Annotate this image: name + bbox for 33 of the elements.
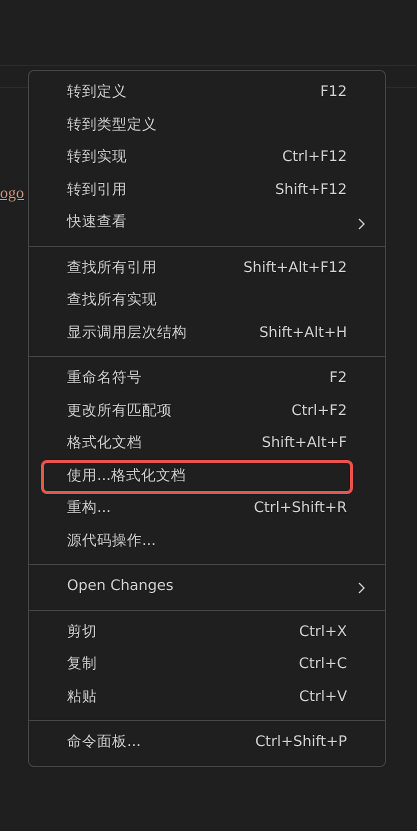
shortcut-text: Ctrl+F2 xyxy=(291,402,347,421)
menu-item[interactable]: 粘贴 Ctrl+V xyxy=(29,682,385,714)
shortcut-text: Ctrl+Shift+P xyxy=(255,733,347,752)
shortcut-text: F12 xyxy=(320,83,347,102)
shortcut-text: Ctrl+X xyxy=(299,622,347,642)
shortcut-text: Shift+Alt+H xyxy=(259,324,347,343)
menu-item[interactable]: 查找所有引用 Shift+Alt+F12 xyxy=(29,252,385,285)
menu-item[interactable]: 复制 Ctrl+C xyxy=(29,649,385,682)
link-text[interactable]: ogo xyxy=(0,184,24,204)
menu-item[interactable]: 更改所有匹配项 Ctrl+F2 xyxy=(29,396,385,428)
menu-item[interactable]: 显示调用层次结构 Shift+Alt+H xyxy=(29,318,385,350)
shortcut-text: Shift+Alt+F12 xyxy=(243,258,347,278)
menu-item[interactable]: 重命名符号 F2 xyxy=(29,363,385,396)
shortcut-text: Ctrl+Shift+R xyxy=(254,499,347,518)
menu-item[interactable]: 使用...格式化文档 xyxy=(42,460,352,493)
menu-item[interactable]: 查找所有实现 xyxy=(29,285,385,318)
menu-item[interactable]: 命令面板... Ctrl+Shift+P xyxy=(29,727,385,760)
shortcut-text: Shift+Alt+F xyxy=(262,434,347,454)
shortcut-text: Shift+F12 xyxy=(275,180,347,200)
shortcut-text: Ctrl+C xyxy=(298,655,347,674)
shortcut-text: Ctrl+F12 xyxy=(282,148,347,168)
menu-item[interactable]: 快速查看 xyxy=(29,207,385,240)
menu-item[interactable]: Open Changes xyxy=(29,571,385,604)
menu-item[interactable]: 转到类型定义 xyxy=(29,110,385,142)
menu-item[interactable]: 转到定义 F12 xyxy=(29,77,385,110)
menu-item[interactable]: 源代码操作... xyxy=(29,526,385,558)
menu-item[interactable]: 重构... Ctrl+Shift+R xyxy=(29,493,385,526)
menu-item[interactable]: 剪切 Ctrl+X xyxy=(29,616,385,649)
menu-item[interactable]: 格式化文档 Shift+Alt+F xyxy=(29,428,385,460)
menu-item[interactable]: 转到引用 Shift+F12 xyxy=(29,174,385,207)
shortcut-text: Ctrl+V xyxy=(299,688,347,707)
shortcut-text: F2 xyxy=(329,369,347,388)
menu-item[interactable]: 转到实现 Ctrl+F12 xyxy=(29,142,385,174)
